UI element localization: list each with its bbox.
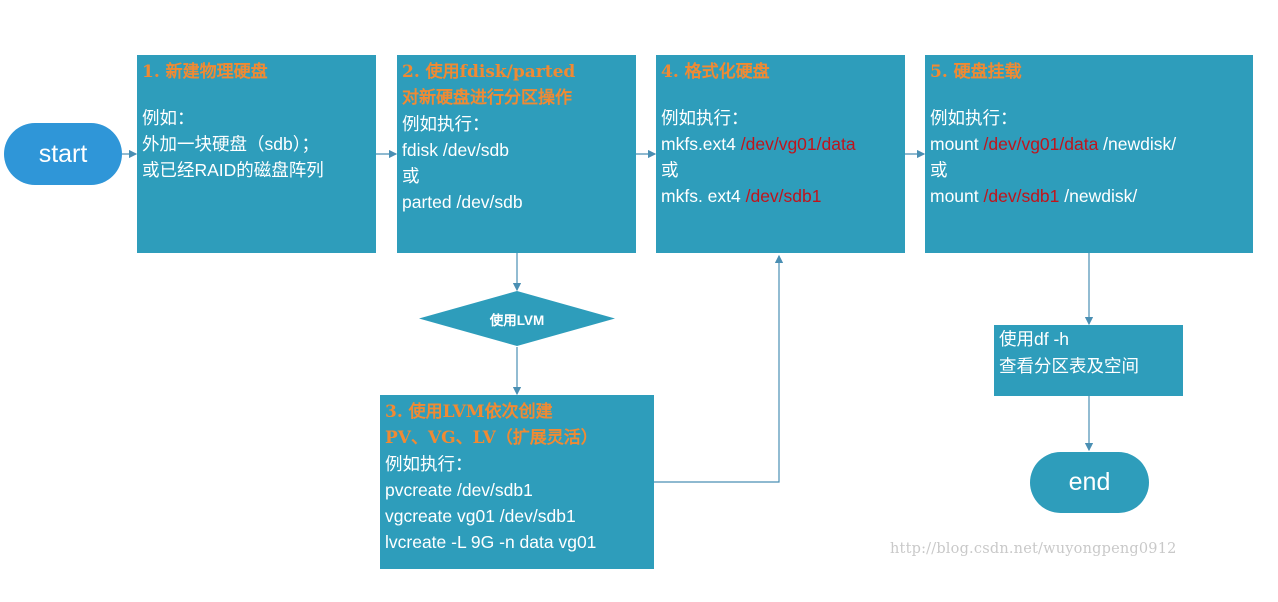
step2-line: 例如执行： bbox=[402, 114, 490, 134]
watermark: http://blog.csdn.net/wuyongpeng0912 bbox=[890, 541, 1177, 557]
start-node: start bbox=[4, 123, 122, 185]
step2-line: 或 bbox=[402, 166, 420, 186]
step3-title-line2: PV、VG、LV（扩展灵活） bbox=[385, 428, 598, 448]
step4-or: 或 bbox=[661, 160, 679, 180]
step1-line: 或已经RAID的磁盘阵列 bbox=[142, 160, 324, 180]
step3-box: 3. 使用LVM依次创建 PV、VG、LV（扩展灵活） 例如执行： pvcrea… bbox=[380, 395, 654, 569]
step4-title: 4. 格式化硬盘 bbox=[661, 62, 770, 82]
step2-box: 2. 使用fdisk/parted 对新硬盘进行分区操作 例如执行： fdisk… bbox=[397, 55, 636, 253]
decision-label: 使用LVM bbox=[489, 312, 545, 328]
step3-line: pvcreate /dev/sdb1 bbox=[385, 480, 533, 500]
step5-title: 5. 硬盘挂载 bbox=[930, 62, 1022, 82]
step5-box: 5. 硬盘挂载 例如执行： mount /dev/vg01/data /newd… bbox=[925, 55, 1253, 253]
step2-title-line2: 对新硬盘进行分区操作 bbox=[402, 88, 572, 108]
use-lvm-decision: 使用LVM bbox=[418, 290, 616, 347]
check-line1: 使用df -h bbox=[999, 329, 1070, 349]
step4-box: 4. 格式化硬盘 例如执行： mkfs.ext4 /dev/vg01/data … bbox=[656, 55, 905, 253]
step3-line: 例如执行： bbox=[385, 454, 473, 474]
step1-line: 例如： bbox=[142, 108, 195, 128]
step5-intro: 例如执行： bbox=[930, 108, 1018, 128]
step4-intro: 例如执行： bbox=[661, 108, 749, 128]
step4-cmd1: mkfs.ext4 /dev/vg01/data bbox=[661, 134, 856, 154]
check-box: 使用df -h 查看分区表及空间 bbox=[994, 325, 1183, 396]
check-line2: 查看分区表及空间 bbox=[999, 356, 1139, 376]
step3-title-line1: 3. 使用LVM依次创建 bbox=[385, 402, 553, 422]
step2-title-line1: 2. 使用fdisk/parted bbox=[402, 62, 576, 82]
step2-line: parted /dev/sdb bbox=[402, 192, 523, 212]
step5-cmd1: mount /dev/vg01/data /newdisk/ bbox=[930, 134, 1177, 154]
step4-cmd2-target: /dev/sdb1 bbox=[745, 186, 822, 206]
step5-cmd2-target: /dev/sdb1 bbox=[983, 186, 1060, 206]
step3-line: vgcreate vg01 /dev/sdb1 bbox=[385, 506, 576, 526]
step2-line: fdisk /dev/sdb bbox=[402, 140, 509, 160]
start-label: start bbox=[38, 139, 88, 168]
step4-cmd1-target: /dev/vg01/data bbox=[740, 134, 856, 154]
step1-line: 外加一块硬盘（sdb）； bbox=[142, 134, 319, 154]
arrow-step3-to-step4 bbox=[654, 254, 784, 483]
end-label: end bbox=[1068, 468, 1111, 496]
step5-cmd2: mount /dev/sdb1 /newdisk/ bbox=[930, 186, 1138, 206]
step4-cmd2: mkfs. ext4 /dev/sdb1 bbox=[661, 186, 822, 206]
step5-or: 或 bbox=[930, 160, 948, 180]
end-node: end bbox=[1030, 452, 1149, 513]
step5-cmd1-target: /dev/vg01/data bbox=[983, 134, 1099, 154]
step3-line: lvcreate -L 9G -n data vg01 bbox=[385, 532, 597, 552]
step1-box: 1. 新建物理硬盘 例如： 外加一块硬盘（sdb）； 或已经RAID的磁盘阵列 bbox=[137, 55, 376, 253]
step1-title: 1. 新建物理硬盘 bbox=[142, 62, 268, 82]
